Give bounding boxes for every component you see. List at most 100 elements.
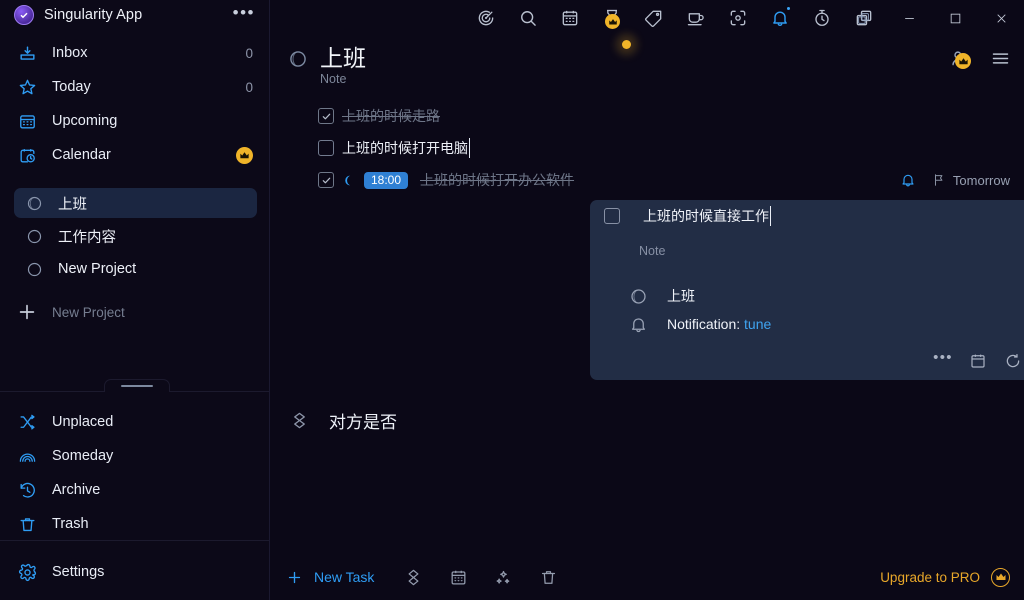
sidebar-label: Calendar: [52, 147, 111, 163]
project-circle-icon: [627, 287, 649, 306]
task-row[interactable]: 上班的时候打开电脑: [270, 132, 1024, 164]
task-row[interactable]: 18:00 上班的时候打开办公软件 Tomorrow: [270, 164, 1024, 196]
bell-icon[interactable]: [769, 7, 791, 29]
layers-diamond-icon[interactable]: [402, 566, 424, 588]
project-circle-icon: [24, 195, 44, 212]
add-new-project-label: New Project: [52, 304, 125, 320]
plus-icon: [286, 569, 303, 586]
sidebar-item-archive[interactable]: Archive: [0, 473, 269, 507]
sidebar-item-inbox[interactable]: Inbox 0: [0, 36, 269, 70]
task-row[interactable]: 上班的时候走路: [270, 100, 1024, 132]
sidebar-label: Inbox: [52, 45, 88, 61]
more-dots-icon[interactable]: •••: [932, 350, 954, 372]
bell-icon: [627, 315, 649, 334]
sidebar-label: Someday: [52, 448, 114, 464]
coffee-cup-icon[interactable]: [685, 7, 707, 29]
calendar-icon[interactable]: [967, 350, 989, 372]
task-text: 上班的时候走路: [342, 108, 440, 124]
task-checkbox[interactable]: [318, 140, 334, 156]
upgrade-to-pro-button[interactable]: Upgrade to PRO: [880, 567, 1010, 587]
sidebar-nav-settings: Settings: [0, 555, 269, 589]
card-notification-label: Notification: tune: [667, 316, 771, 332]
maximize-icon[interactable]: [932, 0, 978, 36]
section-group: 对方是否: [270, 402, 1024, 438]
card-project-row[interactable]: 上班: [627, 282, 771, 310]
calendar-icon[interactable]: [559, 7, 581, 29]
sidebar-count: 0: [245, 45, 253, 61]
add-member-icon[interactable]: [948, 46, 972, 70]
sidebar-label: Settings: [52, 564, 105, 580]
inbox-icon: [16, 42, 38, 64]
calendar-icon[interactable]: [447, 566, 469, 588]
project-circle-icon: [24, 228, 44, 245]
trash-icon[interactable]: [537, 566, 559, 588]
card-notification-row[interactable]: Notification: tune: [627, 310, 771, 338]
task-text[interactable]: 上班的时候打开电脑: [342, 138, 470, 158]
card-meta: 上班 Notification: tune: [627, 282, 771, 338]
search-icon[interactable]: [517, 7, 539, 29]
tag-icon[interactable]: [643, 7, 665, 29]
sidebar-project-gongzuoneirong[interactable]: 工作内容: [14, 221, 257, 251]
sidebar-label: Archive: [52, 482, 101, 498]
sidebar-resize-handle[interactable]: [104, 379, 170, 392]
upgrade-label: Upgrade to PRO: [880, 569, 980, 585]
hamburger-menu-icon[interactable]: [988, 46, 1012, 70]
sidebar-item-settings[interactable]: Settings: [0, 555, 269, 589]
card-project-label: 上班: [667, 288, 695, 304]
radar-icon[interactable]: [475, 7, 497, 29]
main-content: 上班 Note 上班的时候走路 上班的时候打开电脑 18:00 上班的时候打开办…: [270, 0, 1024, 600]
sidebar-project-new-project[interactable]: New Project: [14, 254, 257, 284]
sidebar-item-trash[interactable]: Trash: [0, 507, 269, 541]
sidebar-label: Unplaced: [52, 414, 114, 430]
new-task-button[interactable]: New Task: [286, 569, 374, 586]
task-due-flag[interactable]: Tomorrow: [932, 173, 1010, 188]
page-header: 上班 Note: [270, 36, 1024, 96]
task-checkbox[interactable]: [318, 172, 334, 188]
task-time-badge[interactable]: 18:00: [364, 171, 409, 189]
card-task-title[interactable]: 上班的时候直接工作: [643, 206, 771, 226]
sidebar-item-today[interactable]: Today 0: [0, 70, 269, 104]
sidebar-item-someday[interactable]: Someday: [0, 439, 269, 473]
section-header[interactable]: 对方是否: [270, 402, 1024, 438]
highlight-dot: [622, 40, 631, 49]
close-icon[interactable]: [978, 0, 1024, 36]
card-toolbar: •••: [932, 350, 1024, 372]
calendar-icon: [16, 110, 38, 132]
crown-icon: [605, 14, 620, 29]
trash-icon: [16, 513, 38, 535]
sidebar-label: Upcoming: [52, 113, 118, 129]
sidebar-item-calendar[interactable]: Calendar: [0, 138, 269, 172]
focus-frame-icon[interactable]: [727, 7, 749, 29]
restore-window-icon[interactable]: [840, 0, 886, 36]
toolbar-icons: [475, 0, 875, 36]
notification-value[interactable]: tune: [744, 316, 771, 332]
add-new-project-button[interactable]: New Project: [0, 296, 269, 328]
moon-icon: [342, 174, 355, 187]
repeat-icon[interactable]: [1002, 350, 1024, 372]
card-note-placeholder[interactable]: Note: [639, 244, 665, 258]
hourglass-icon[interactable]: [601, 7, 623, 29]
sidebar-item-upcoming[interactable]: Upcoming: [0, 104, 269, 138]
task-checkbox[interactable]: [318, 108, 334, 124]
app-title: Singularity App: [44, 7, 143, 23]
sidebar-label: Trash: [52, 516, 89, 532]
minimize-icon[interactable]: [886, 0, 932, 36]
more-dots-icon[interactable]: •••: [233, 4, 255, 23]
stopwatch-icon[interactable]: [811, 7, 833, 29]
crown-icon: [991, 567, 1010, 587]
page-subtitle: Note: [320, 72, 347, 86]
history-icon: [16, 479, 38, 501]
title-bar: [270, 0, 1024, 36]
app-window: Singularity App ••• Inbox 0 Today 0 Upco…: [0, 0, 1024, 600]
sidebar-count: 0: [245, 79, 253, 95]
task-checkbox[interactable]: [604, 208, 620, 224]
bell-icon[interactable]: [900, 172, 916, 188]
page-header-actions: [948, 46, 1012, 70]
sidebar-nav-top: Inbox 0 Today 0 Upcoming Calendar: [0, 36, 269, 172]
project-label: 工作内容: [58, 229, 116, 246]
sidebar-project-shangban[interactable]: 上班: [14, 188, 257, 218]
sidebar-item-unplaced[interactable]: Unplaced: [0, 405, 269, 439]
project-circle-icon: [24, 261, 44, 278]
sidebar: Singularity App ••• Inbox 0 Today 0 Upco…: [0, 0, 270, 600]
sparkle-move-icon[interactable]: [492, 566, 514, 588]
